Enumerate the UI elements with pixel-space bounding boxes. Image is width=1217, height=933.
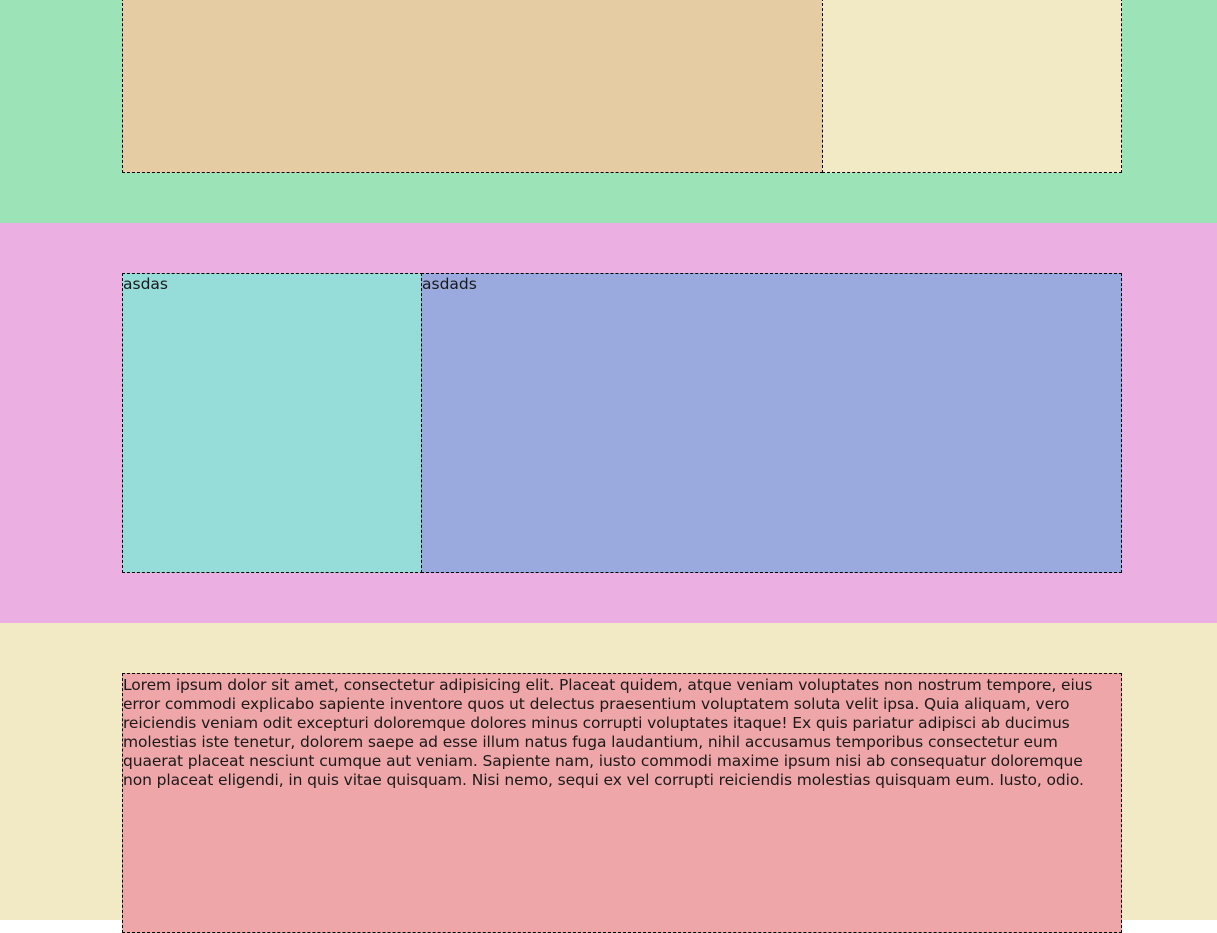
middle-right-box: asdads — [421, 273, 1122, 573]
middle-right-box-text: asdads — [422, 275, 477, 293]
middle-left-box: asdas — [122, 273, 423, 573]
top-right-box — [822, 0, 1122, 173]
top-left-box — [122, 0, 823, 173]
middle-left-box-text: asdas — [123, 275, 168, 293]
top-band-section — [0, 0, 1217, 223]
bottom-text-box: Lorem ipsum dolor sit amet, consectetur … — [122, 673, 1122, 933]
bottom-paragraph: Lorem ipsum dolor sit amet, consectetur … — [123, 676, 1093, 789]
